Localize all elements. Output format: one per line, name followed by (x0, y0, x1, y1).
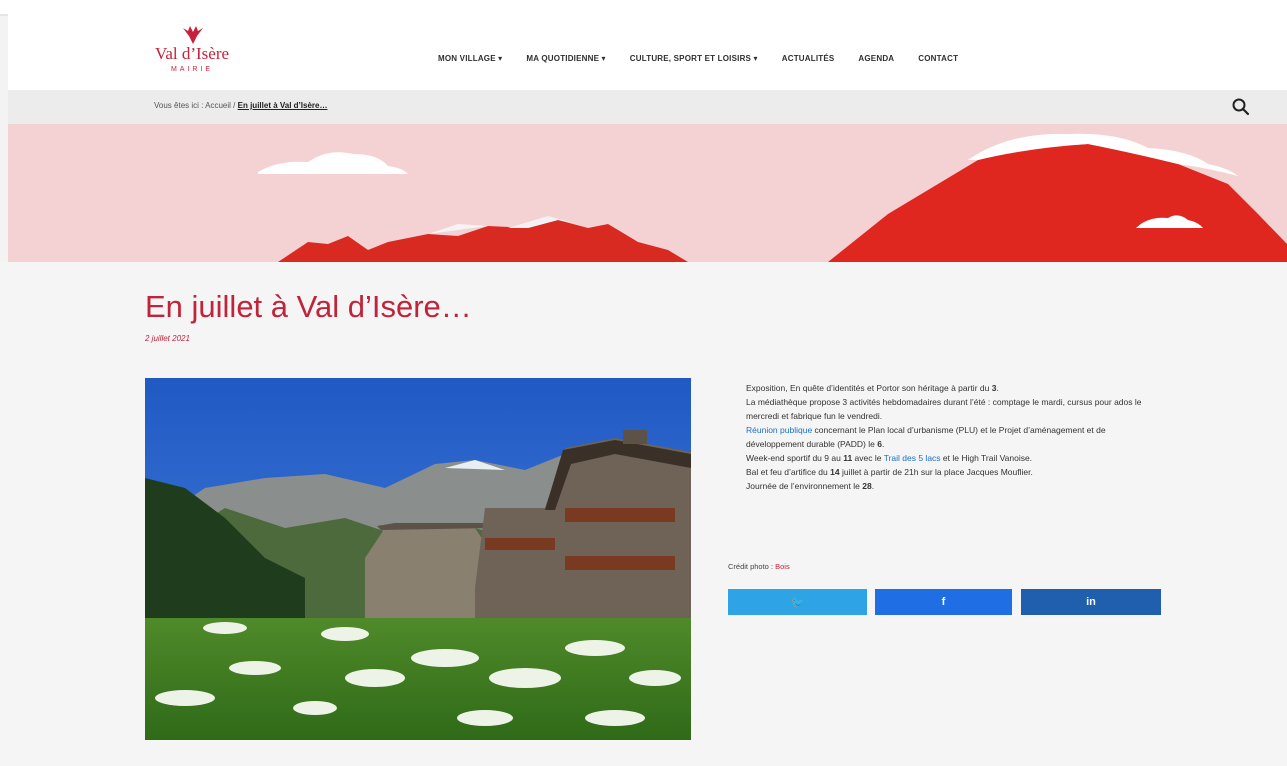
article-text: et le High Trail Vanoise. (940, 453, 1033, 463)
article-paragraph: La médiathèque propose 3 activités hebdo… (746, 395, 1166, 423)
breadcrumb-home[interactable]: Accueil (205, 101, 231, 110)
breadcrumb-separator: / (233, 101, 236, 110)
breadcrumb-prefix: Vous êtes ici : (154, 101, 204, 110)
site-logo[interactable]: Val d’Isère MAIRIE (144, 22, 240, 80)
article-link[interactable]: Trail des 5 lacs (884, 453, 941, 463)
linkedin-icon: in (1086, 596, 1096, 608)
article-paragraph: Bal et feu d’artifice du 14 juillet à pa… (746, 465, 1166, 479)
article-link[interactable]: Réunion publique (746, 425, 812, 435)
share-facebook-button[interactable]: f (875, 589, 1012, 615)
share-twitter-button[interactable]: 🐦 (728, 589, 867, 615)
breadcrumb-bar: Vous êtes ici : Accueil / En juillet à V… (8, 90, 1287, 124)
article-text: avec le (852, 453, 884, 463)
nav-item-contact[interactable]: CONTACT (918, 54, 958, 63)
article-text: Week-end sportif du 9 au (746, 453, 844, 463)
article-body: Exposition, En quête d’identités et Port… (746, 381, 1166, 493)
share-linkedin-button[interactable]: in (1021, 589, 1161, 615)
nav-item-agenda[interactable]: AGENDA (858, 54, 894, 63)
logo-subtitle: MAIRIE (170, 66, 214, 73)
article-date-highlight: 11 (843, 453, 853, 463)
nav-item-mon-village[interactable]: MON VILLAGE ▾ (438, 54, 502, 63)
article-text: Journée de l’environnement le (746, 481, 863, 491)
article-text: juillet à partir de 21h sur la place Jac… (839, 467, 1033, 477)
article-paragraph: Exposition, En quête d’identités et Port… (746, 381, 1166, 395)
article-text: . (996, 383, 999, 393)
photo-credit-name: Bois (775, 562, 790, 571)
article-date-highlight: 14 (830, 467, 840, 477)
article-text: Exposition, En quête d’identités et Port… (746, 383, 992, 393)
article-title: En juillet à Val d’Isère… (145, 289, 472, 324)
article-text: . (871, 481, 875, 491)
nav-item-culture-sport-loisirs[interactable]: CULTURE, SPORT ET LOISIRS ▾ (630, 54, 758, 63)
nav-item-ma-quotidienne[interactable]: MA QUOTIDIENNE ▾ (526, 54, 605, 63)
main-nav: MON VILLAGE ▾ MA QUOTIDIENNE ▾ CULTURE, … (438, 54, 958, 63)
article-photo (145, 378, 691, 740)
article-text: Bal et feu d’artifice du (746, 467, 831, 477)
site-header: Val d’Isère MAIRIE MON VILLAGE ▾ MA QUOT… (8, 14, 1287, 90)
search-icon[interactable] (1230, 96, 1252, 118)
facebook-icon: f (941, 596, 946, 608)
article-paragraph: Réunion publique concernant le Plan loca… (746, 423, 1166, 451)
breadcrumb-current: En juillet à Val d’Isère… (237, 101, 328, 110)
article-text: La médiathèque propose 3 activités hebdo… (746, 397, 1142, 421)
ibex-icon (183, 26, 203, 44)
mountain-illustration (8, 124, 1287, 262)
twitter-icon: 🐦 (790, 596, 805, 609)
nav-item-actualites[interactable]: ACTUALITÉS (782, 54, 835, 63)
article-date: 2 juillet 2021 (145, 334, 190, 343)
photo-credit-label: Crédit photo : (728, 562, 774, 571)
logo-text: Val d’Isère (154, 44, 230, 63)
article-paragraph: Journée de l’environnement le 28. (746, 479, 1166, 493)
mountain-banner (8, 124, 1287, 262)
article-paragraph: Week-end sportif du 9 au 11 avec le Trai… (746, 451, 1166, 465)
photo-credit: Crédit photo : Bois (728, 562, 790, 571)
article-text: . (881, 439, 885, 449)
article-date-highlight: 28 (862, 481, 872, 491)
breadcrumb: Vous êtes ici : Accueil / En juillet à V… (154, 101, 327, 110)
